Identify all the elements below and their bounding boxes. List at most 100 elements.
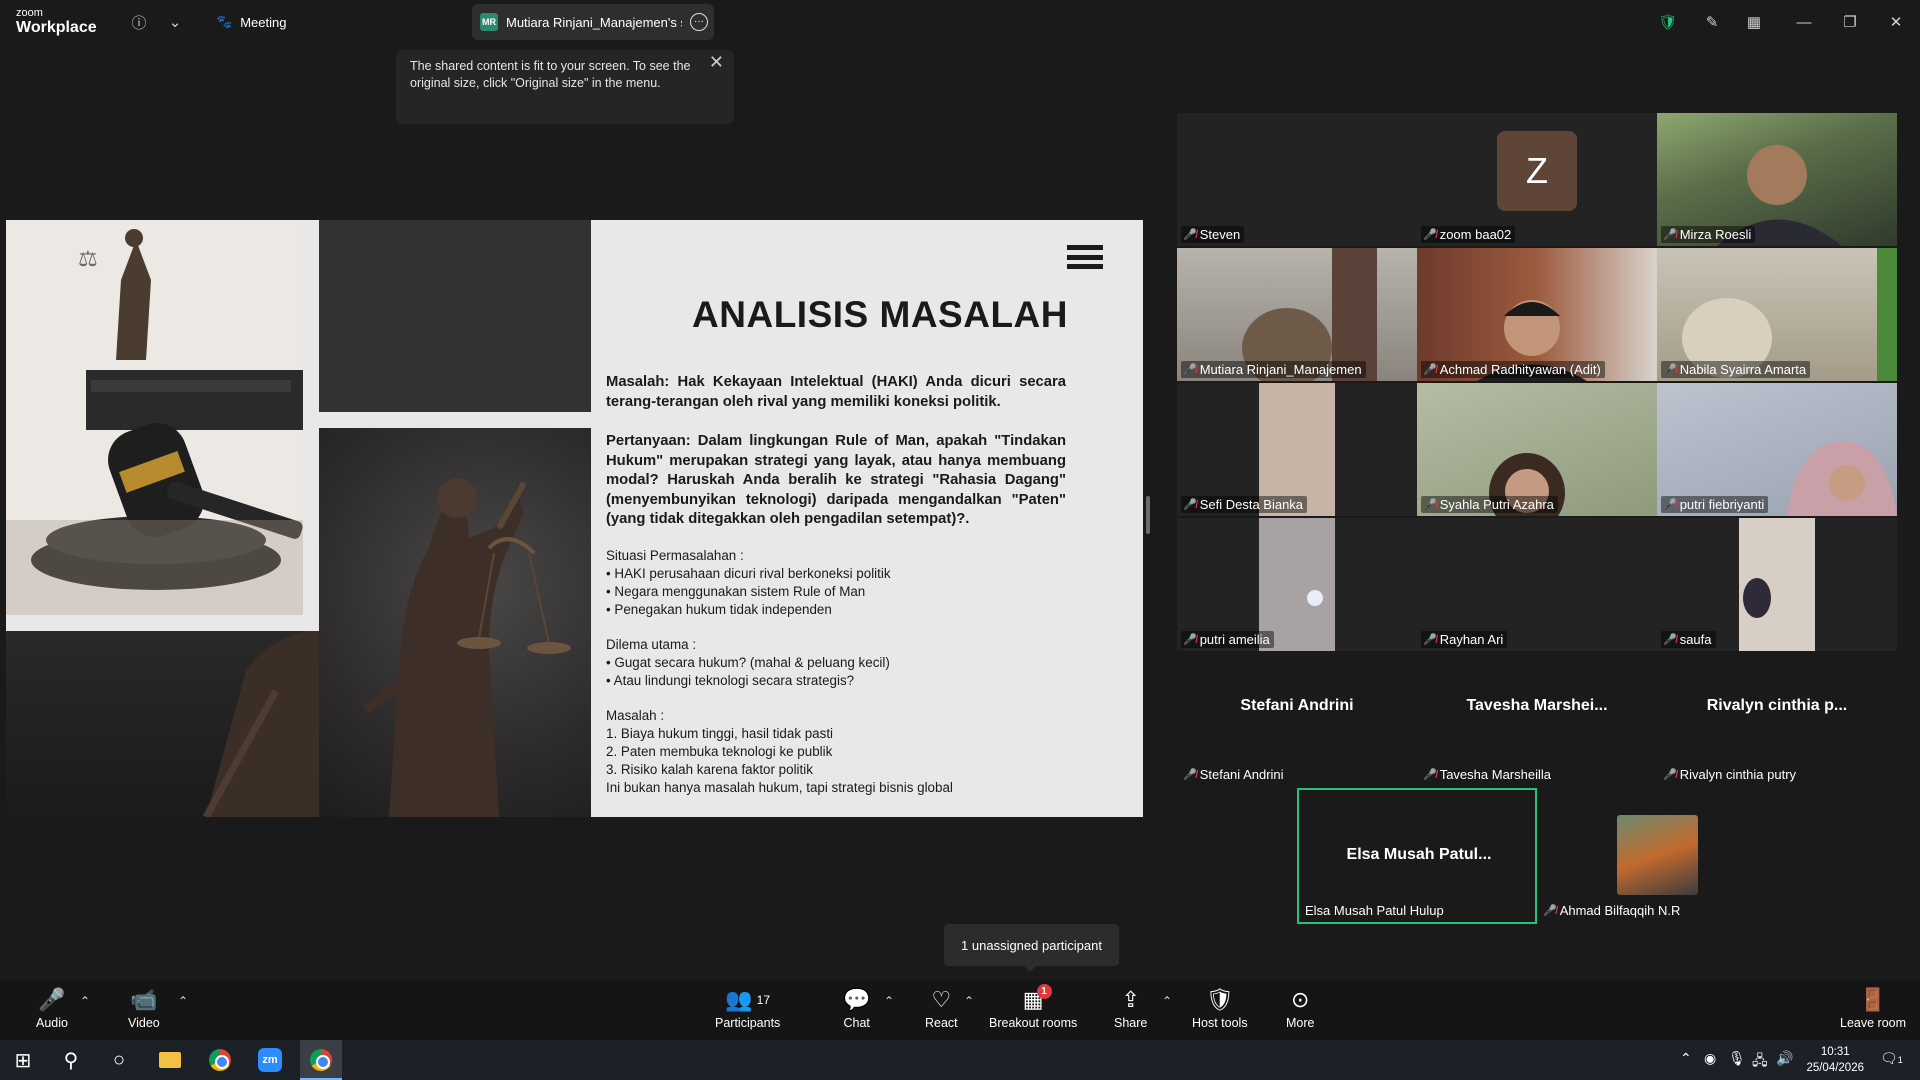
- gavel-image: [6, 220, 303, 615]
- participant-name-label: 🎤̸ Mutiara Rinjani_Manajemen: [1181, 361, 1366, 378]
- video-button[interactable]: 📹 Video: [128, 986, 160, 1030]
- security-shield-icon[interactable]: 🛡: [1656, 10, 1680, 34]
- view-layout-icon[interactable]: ▦: [1742, 10, 1766, 34]
- more-dots-icon: ⊙: [1291, 987, 1310, 1012]
- mic-off-icon: 🎤̸: [1663, 769, 1677, 781]
- notification-icon[interactable]: 🗨1: [1880, 1050, 1903, 1067]
- slide-body: Masalah: Hak Kekayaan Intelektual (HAKI)…: [606, 373, 1066, 797]
- share-screen-icon: ⇪: [1121, 987, 1140, 1012]
- mic-off-icon: 🎤̸: [1423, 229, 1437, 241]
- participant-tile-zoom-baa02[interactable]: Z 🎤̸ zoom baa02: [1417, 113, 1657, 246]
- participant-name-label: 🎤̸ saufa: [1661, 631, 1716, 648]
- annotate-pen-icon[interactable]: ✎: [1700, 10, 1724, 34]
- tab-meeting[interactable]: 🐾 Meeting: [216, 8, 286, 36]
- masalah-item: 3. Risiko kalah karena faktor politik: [606, 761, 813, 777]
- windows-start-icon[interactable]: ⊞: [8, 1046, 38, 1074]
- microphone-icon[interactable]: 🎙: [1728, 1050, 1746, 1067]
- chrome-icon[interactable]: [205, 1046, 235, 1074]
- zoom-workplace-logo: zoom Workplace: [16, 7, 97, 36]
- chat-options-caret-icon[interactable]: ⌃: [884, 994, 894, 1008]
- participants-button[interactable]: 👥 17 Participants: [715, 986, 780, 1030]
- participant-tile-mutiara[interactable]: 🎤̸ Mutiara Rinjani_Manajemen: [1177, 248, 1417, 381]
- sharer-avatar: MR: [480, 13, 498, 31]
- task-view-icon[interactable]: ○: [104, 1046, 134, 1074]
- statue-sword-image: [6, 631, 319, 817]
- panel-resize-handle[interactable]: [1146, 496, 1150, 534]
- participant-tile-sefi[interactable]: 🎤̸ Sefi Desta Bianka: [1177, 383, 1417, 516]
- record-icon[interactable]: ◉: [1704, 1050, 1716, 1067]
- mic-off-icon: 🎤̸: [1423, 769, 1437, 781]
- video-options-caret-icon[interactable]: ⌃: [178, 994, 188, 1008]
- dilema-item: • Atau lindungi teknologi secara strateg…: [606, 672, 855, 688]
- participant-tile-syahla[interactable]: 🎤̸ Syahla Putri Azahra: [1417, 383, 1657, 516]
- participant-tile-rayhan[interactable]: 🎤̸ Rayhan Ari: [1417, 518, 1657, 651]
- participant-name-label: 🎤̸ putri ameilia: [1181, 631, 1274, 648]
- masalah-item: 2. Paten membuka teknologi ke publik: [606, 743, 833, 759]
- share-button[interactable]: ⇪ Share: [1114, 986, 1147, 1030]
- decorative-block: [319, 220, 591, 412]
- leave-icon: 🚪: [1859, 987, 1887, 1012]
- participant-tile-putri-fiebriyanti[interactable]: 🎤̸ putri fiebriyanti: [1657, 383, 1897, 516]
- restore-icon[interactable]: ❐: [1838, 10, 1862, 34]
- dilema-heading: Dilema utama :: [606, 636, 697, 652]
- share-options-icon[interactable]: ···: [690, 13, 708, 31]
- unassigned-participant-tooltip: 1 unassigned participant: [944, 924, 1119, 972]
- breakout-rooms-button[interactable]: ▦ 1 Breakout rooms: [989, 984, 1077, 1030]
- mic-off-icon: 🎤̸: [1423, 634, 1437, 646]
- participant-tile-rivalyn[interactable]: Rivalyn cinthia p... 🎤̸ Rivalyn cinthia p…: [1657, 653, 1897, 786]
- close-window-icon[interactable]: ✕: [1884, 10, 1908, 34]
- mic-off-icon: 🎤̸: [1183, 364, 1197, 376]
- audio-button[interactable]: 🎤 Audio: [36, 986, 68, 1030]
- situasi-item: • HAKI perusahaan dicuri rival berkoneks…: [606, 565, 891, 581]
- statue-sword-illustration: [202, 631, 319, 817]
- heart-icon: ♡: [931, 987, 952, 1012]
- tab-shared-screen[interactable]: MR Mutiara Rinjani_Manajemen's screen ··…: [472, 4, 714, 40]
- participant-tile-achmad[interactable]: 🎤̸ Achmad Radhityawan (Adit): [1417, 248, 1657, 381]
- leave-room-button[interactable]: 🚪 Leave room: [1840, 986, 1906, 1030]
- fit-screen-tooltip: The shared content is fit to your screen…: [396, 50, 734, 124]
- participant-tile-nabila[interactable]: 🎤̸ Nabila Syairra Amarta: [1657, 248, 1897, 381]
- chat-button[interactable]: 💬 Chat: [843, 986, 870, 1030]
- mic-off-icon: 🎤̸: [1663, 229, 1677, 241]
- file-explorer-icon[interactable]: [155, 1046, 185, 1074]
- audio-options-caret-icon[interactable]: ⌃: [80, 994, 90, 1008]
- mic-off-icon: 🎤̸: [1663, 634, 1677, 646]
- mic-off-icon: 🎤̸: [1663, 499, 1677, 511]
- participant-tile-mirza[interactable]: 🎤̸ Mirza Roesli: [1657, 113, 1897, 246]
- participant-tile-elsa-speaking[interactable]: Elsa Musah Patul... Elsa Musah Patul Hul…: [1297, 788, 1537, 924]
- tray-expand-icon[interactable]: ⌃: [1680, 1050, 1692, 1067]
- minimize-icon[interactable]: —: [1792, 10, 1816, 34]
- participant-tile-putri-ameilia[interactable]: 🎤̸ putri ameilia: [1177, 518, 1417, 651]
- participant-tile-tavesha[interactable]: Tavesha Marshei... 🎤̸ Tavesha Marsheilla: [1417, 653, 1657, 786]
- masalah-heading: Masalah :: [606, 707, 665, 723]
- participant-tile-saufa[interactable]: 🎤̸ saufa: [1657, 518, 1897, 651]
- participant-tile-stefani[interactable]: Stefani Andrini 🎤̸ Stefani Andrini: [1177, 653, 1417, 786]
- participant-name-label: 🎤̸ Rivalyn cinthia putry: [1663, 767, 1797, 782]
- zoom-app-icon[interactable]: zm: [255, 1046, 285, 1074]
- paw-icon: 🐾: [216, 14, 233, 29]
- participant-name-label: 🎤̸ Tavesha Marsheilla: [1423, 767, 1551, 782]
- mic-off-icon: 🎤̸: [1663, 364, 1677, 376]
- participant-tile-steven[interactable]: 🎤̸ Steven: [1177, 113, 1417, 246]
- meeting-info-icon[interactable]: ⓘ: [127, 10, 151, 34]
- host-tools-button[interactable]: 🛡 Host tools: [1192, 986, 1248, 1030]
- slide-menu-icon: [1067, 245, 1103, 269]
- network-icon[interactable]: 🖧: [1752, 1050, 1768, 1074]
- chevron-down-icon[interactable]: ⌄: [163, 10, 187, 34]
- react-button[interactable]: ♡ React: [925, 986, 958, 1030]
- situasi-item: • Negara menggunakan sistem Rule of Man: [606, 583, 866, 599]
- react-options-caret-icon[interactable]: ⌃: [964, 994, 974, 1008]
- problem-paragraph: Masalah: Hak Kekayaan Intelektual (HAKI)…: [606, 374, 1066, 410]
- volume-icon[interactable]: 🔊: [1776, 1050, 1793, 1067]
- close-icon[interactable]: ✕: [709, 53, 724, 71]
- more-button[interactable]: ⊙ More: [1286, 986, 1314, 1030]
- search-icon[interactable]: ⚲: [56, 1046, 86, 1074]
- participant-display-name: Tavesha Marshei...: [1466, 697, 1608, 714]
- question-paragraph: Pertanyaan: Dalam lingkungan Rule of Man…: [606, 433, 1066, 527]
- mic-off-icon: 🎤̸: [1183, 229, 1197, 241]
- mic-off-icon: 🎤̸: [1423, 499, 1437, 511]
- chrome-icon[interactable]: [306, 1046, 336, 1074]
- system-clock[interactable]: 10:31 25/04/2026: [1806, 1044, 1864, 1076]
- share-options-caret-icon[interactable]: ⌃: [1162, 994, 1172, 1008]
- avatar: Z: [1497, 131, 1577, 211]
